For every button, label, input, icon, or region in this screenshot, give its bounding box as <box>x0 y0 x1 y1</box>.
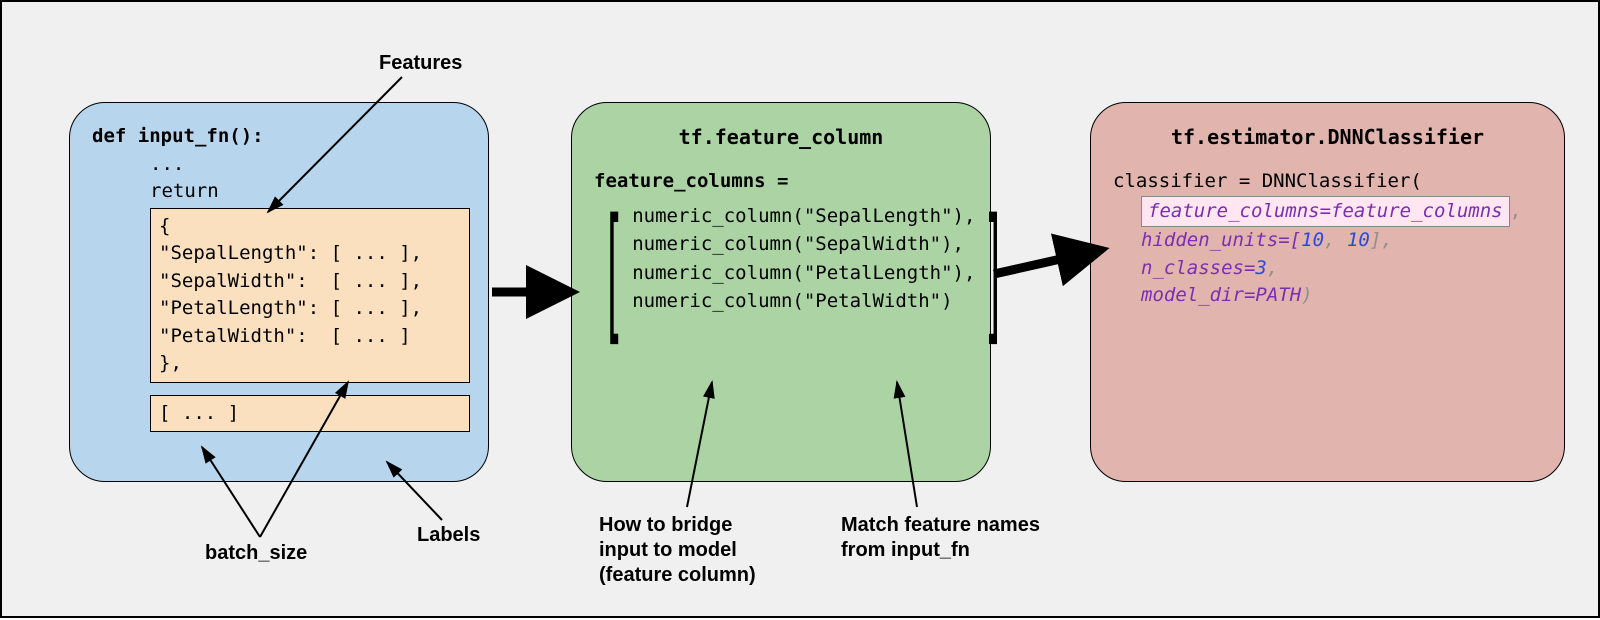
dict-close: }, <box>159 350 461 378</box>
fc-line: numeric_column("SepalLength"), <box>632 202 975 231</box>
panel-feature-column: tf.feature_column feature_columns = [ nu… <box>571 102 991 482</box>
feature-row: "PetalLength": [ ... ], <box>159 295 461 323</box>
panel3-title: tf.estimator.DNNClassifier <box>1113 123 1542 152</box>
label-features: Features <box>379 52 462 75</box>
label-bridge: How to bridge input to model (feature co… <box>599 513 756 588</box>
feature-columns-arg: feature_columns=feature_columns <box>1141 196 1510 228</box>
fc-line: numeric_column("PetalLength"), <box>632 259 975 288</box>
fc-line: numeric_column("PetalWidth") <box>632 287 975 316</box>
dict-open: { <box>159 213 461 241</box>
label-match: Match feature names from input_fn <box>841 513 1040 563</box>
label-labels: Labels <box>417 524 480 547</box>
n-classes-line: n_classes=3, <box>1141 255 1542 283</box>
panel-input-fn: def input_fn(): ... return { "SepalLengt… <box>69 102 489 482</box>
diagram-canvas: def input_fn(): ... return { "SepalLengt… <box>0 0 1600 618</box>
fc-bracket-row: [ numeric_column("SepalLength"), numeric… <box>594 196 968 316</box>
flow-arrow-2 <box>994 252 1092 274</box>
code-def: def input_fn(): <box>92 125 264 147</box>
labels-box: [ ... ] <box>150 395 470 433</box>
labels-content: [ ... ] <box>159 402 239 424</box>
feature-row: "SepalLength": [ ... ], <box>159 240 461 268</box>
fc-line: numeric_column("SepalWidth"), <box>632 230 975 259</box>
fc-assign: feature_columns = <box>594 168 968 196</box>
classifier-line: classifier = DNNClassifier( <box>1113 168 1542 196</box>
model-dir-line: model_dir=PATH) <box>1141 282 1542 310</box>
code-return: return <box>150 178 466 206</box>
hidden-units-line: hidden_units=[10, 10], <box>1141 227 1542 255</box>
bracket-open-icon: [ <box>602 203 625 365</box>
feature-row: "PetalWidth": [ ... ] <box>159 323 461 351</box>
code-ellipsis: ... <box>150 151 466 179</box>
panel-dnn-classifier: tf.estimator.DNNClassifier classifier = … <box>1090 102 1565 482</box>
bracket-close-icon: ] <box>983 203 1006 365</box>
feature-row: "SepalWidth": [ ... ], <box>159 268 461 296</box>
label-batch-size: batch_size <box>205 542 307 565</box>
features-dict-box: { "SepalLength": [ ... ], "SepalWidth": … <box>150 208 470 383</box>
panel2-title: tf.feature_column <box>594 123 968 152</box>
